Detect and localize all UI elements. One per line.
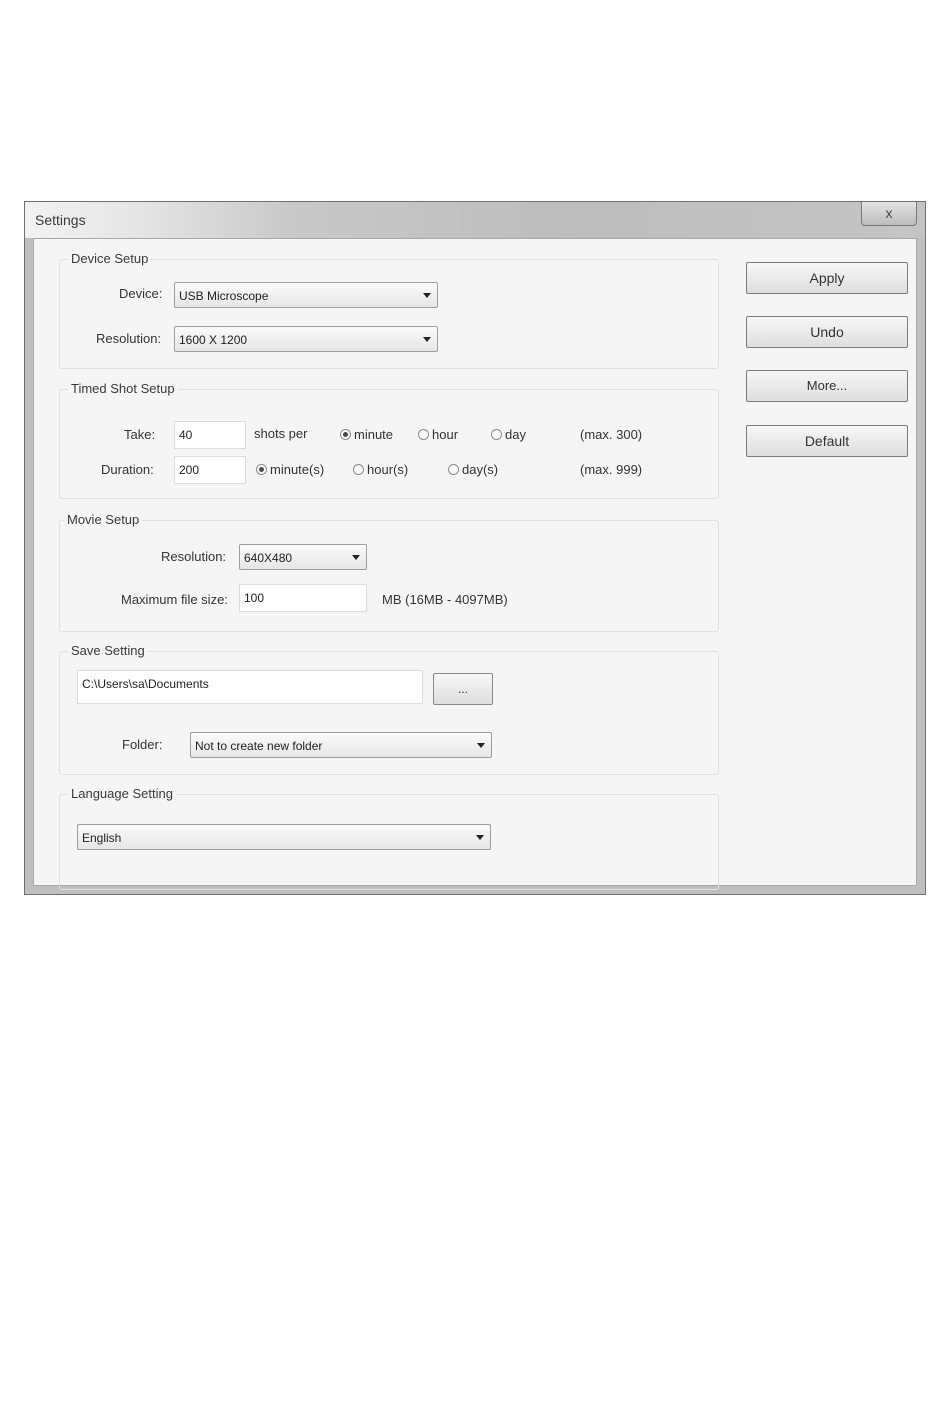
file-size-hint: MB (16MB - 4097MB) (382, 592, 508, 607)
save-path-value: C:\Users\sa\Documents (82, 677, 209, 691)
duration-input-value: 200 (179, 463, 200, 477)
undo-button-label: Undo (810, 324, 844, 340)
chevron-down-icon (423, 337, 431, 342)
close-button[interactable]: x (861, 202, 917, 226)
language-setting-group: Language Setting English (59, 786, 719, 890)
device-select[interactable]: USB Microscope (174, 282, 438, 308)
close-icon: x (885, 205, 893, 221)
language-select[interactable]: English (77, 824, 491, 850)
take-unit-hour-radio[interactable]: hour (418, 427, 458, 442)
apply-button-label: Apply (809, 270, 845, 286)
movie-setup-group: Movie Setup Resolution: 640X480 Maximum … (59, 512, 719, 632)
max-file-size-value: 100 (244, 591, 265, 605)
chevron-down-icon (477, 743, 485, 748)
take-unit-minute-radio[interactable]: minute (340, 427, 393, 442)
take-unit-minute-label: minute (354, 427, 394, 442)
max-file-size-input[interactable]: 100 (239, 584, 367, 612)
radio-unselected-icon (353, 464, 364, 475)
duration-unit-days-label: day(s) (462, 462, 499, 477)
movie-resolution-select[interactable]: 640X480 (239, 544, 367, 570)
take-input[interactable]: 40 (174, 421, 246, 449)
window-title: Settings (35, 212, 86, 228)
settings-window: Settings x Device Setup Device: USB Micr… (24, 201, 926, 895)
default-button[interactable]: Default (746, 425, 908, 457)
device-resolution-value: 1600 X 1200 (179, 333, 248, 347)
duration-max-hint: (max. 999) (580, 462, 643, 477)
device-resolution-label: Resolution: (96, 331, 162, 346)
chevron-down-icon (352, 555, 360, 560)
folder-select[interactable]: Not to create new folder (190, 732, 492, 758)
device-setup-group: Device Setup Device: USB Microscope Reso… (59, 251, 719, 369)
radio-selected-icon (340, 429, 351, 440)
title-bar[interactable]: Settings x (25, 202, 925, 238)
language-select-value: English (82, 831, 122, 845)
radio-unselected-icon (491, 429, 502, 440)
duration-input[interactable]: 200 (174, 456, 246, 484)
timed-shot-group: Timed Shot Setup Take: 40 shots per minu… (59, 381, 719, 499)
timed-shot-legend: Timed Shot Setup (68, 381, 178, 396)
take-input-value: 40 (179, 428, 193, 442)
duration-label: Duration: (101, 462, 154, 477)
radio-unselected-icon (448, 464, 459, 475)
chevron-down-icon (476, 835, 484, 840)
take-label: Take: (124, 427, 156, 442)
duration-unit-days-radio[interactable]: day(s) (448, 462, 498, 477)
shots-per-label: shots per (254, 426, 308, 441)
more-button-label: More... (806, 378, 848, 393)
device-select-value: USB Microscope (179, 289, 269, 303)
movie-setup-legend: Movie Setup (64, 512, 143, 527)
folder-select-value: Not to create new folder (195, 739, 323, 753)
default-button-label: Default (804, 433, 850, 449)
movie-resolution-value: 640X480 (244, 551, 293, 565)
duration-unit-hours-label: hour(s) (367, 462, 409, 477)
duration-unit-minutes-label: minute(s) (270, 462, 325, 477)
browse-button[interactable]: ... (433, 673, 493, 705)
take-unit-hour-label: hour (432, 427, 459, 442)
device-label: Device: (119, 286, 163, 301)
take-unit-day-radio[interactable]: day (491, 427, 526, 442)
save-setting-legend: Save Setting (68, 643, 148, 658)
undo-button[interactable]: Undo (746, 316, 908, 348)
language-setting-legend: Language Setting (68, 786, 176, 801)
radio-selected-icon (256, 464, 267, 475)
save-setting-group: Save Setting C:\Users\sa\Documents ... F… (59, 643, 719, 775)
max-file-size-label: Maximum file size: (121, 592, 228, 607)
dialog-body: Device Setup Device: USB Microscope Reso… (33, 238, 917, 890)
device-setup-legend: Device Setup (68, 251, 152, 266)
browse-button-label: ... (457, 682, 468, 696)
apply-button[interactable]: Apply (746, 262, 908, 294)
duration-unit-hours-radio[interactable]: hour(s) (353, 462, 408, 477)
movie-resolution-label: Resolution: (161, 549, 227, 564)
take-unit-day-label: day (505, 427, 526, 442)
take-max-hint: (max. 300) (580, 427, 643, 442)
folder-label: Folder: (122, 737, 163, 752)
more-button[interactable]: More... (746, 370, 908, 402)
save-path-input[interactable]: C:\Users\sa\Documents (77, 670, 423, 704)
radio-unselected-icon (418, 429, 429, 440)
chevron-down-icon (423, 293, 431, 298)
duration-unit-minutes-radio[interactable]: minute(s) (256, 462, 324, 477)
device-resolution-select[interactable]: 1600 X 1200 (174, 326, 438, 352)
